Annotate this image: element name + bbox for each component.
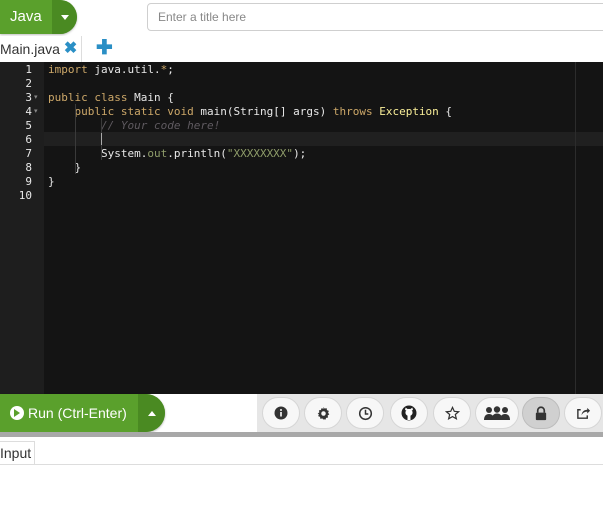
lock-icon — [534, 405, 548, 421]
code-line[interactable]: System.out.println("XXXXXXXX"); — [48, 147, 306, 161]
code-token: main(String[] args) — [193, 105, 333, 118]
code-token: out — [147, 147, 168, 160]
line-number: 2 — [25, 77, 32, 90]
code-token: .println( — [167, 147, 227, 160]
code-token: } — [48, 161, 82, 174]
code-token: Main { — [127, 91, 174, 104]
tool-button-strip — [257, 394, 603, 432]
code-token: static — [120, 105, 161, 118]
code-editor[interactable]: 1 2 3 ▾ 4 ▾ 5 6 7 8 9 10 import java.util.*; public … — [0, 62, 603, 394]
indent-guide — [75, 104, 76, 174]
line-number: 8 — [25, 161, 32, 174]
text-cursor — [101, 133, 102, 145]
run-options-toggle[interactable] — [138, 394, 165, 432]
language-selector[interactable]: Java — [0, 0, 77, 34]
line-number: 6 — [25, 133, 32, 146]
code-token: throws — [332, 105, 373, 118]
code-token: } — [48, 175, 55, 188]
chevron-down-icon — [60, 14, 69, 20]
line-number: 3 — [25, 91, 32, 104]
code-token: class — [94, 91, 128, 104]
language-label[interactable]: Java — [0, 0, 52, 34]
print-margin — [575, 62, 576, 394]
gear-button[interactable] — [304, 397, 342, 429]
line-number: 10 — [18, 189, 32, 202]
code-token: public — [74, 105, 115, 118]
code-token: ); — [293, 147, 307, 160]
star-icon — [444, 405, 460, 421]
info-icon — [274, 406, 288, 420]
github-icon — [401, 405, 417, 421]
share-button[interactable] — [564, 397, 602, 429]
line-number: 5 — [25, 119, 32, 132]
code-line[interactable]: } — [48, 161, 81, 175]
top-bar: Java — [0, 0, 603, 36]
star-button[interactable] — [433, 397, 471, 429]
history-icon — [358, 406, 373, 421]
tab-input[interactable]: Input — [0, 441, 36, 465]
code-token: Exception — [379, 105, 439, 118]
code-line[interactable]: import java.util.*; — [48, 63, 174, 77]
gear-icon — [316, 406, 331, 421]
add-file-icon[interactable]: ✚ — [96, 38, 113, 58]
run-toolbar: Run (Ctrl-Enter) — [0, 394, 603, 432]
lock-button[interactable] — [522, 397, 560, 429]
line-number: 7 — [25, 147, 32, 160]
active-line-highlight — [44, 132, 603, 146]
title-input[interactable] — [147, 3, 603, 31]
language-dropdown-toggle[interactable] — [52, 0, 77, 34]
line-number: 4 — [25, 105, 32, 118]
history-button[interactable] — [346, 397, 384, 429]
fold-toggle-icon[interactable]: ▾ — [34, 105, 42, 119]
close-icon[interactable]: ✖ — [64, 41, 81, 57]
code-token: import — [48, 63, 88, 76]
code-token: System. — [48, 147, 148, 160]
run-button-label[interactable]: Run (Ctrl-Enter) — [28, 405, 127, 421]
line-number: 1 — [25, 63, 32, 76]
chevron-up-icon — [147, 410, 156, 416]
github-button[interactable] — [390, 397, 428, 429]
input-panel: Input — [0, 437, 603, 527]
collaborate-button[interactable] — [475, 397, 519, 429]
file-tab-label[interactable]: Main.java — [0, 41, 64, 57]
play-icon — [10, 406, 24, 420]
code-token: // Your code here! — [100, 119, 221, 132]
code-token: { — [438, 105, 453, 118]
tab-main-java[interactable]: Main.java ✖ — [0, 36, 83, 62]
line-number: 9 — [25, 175, 32, 188]
code-line[interactable]: public class Main { — [48, 91, 174, 105]
line-number-gutter: 1 2 3 ▾ 4 ▾ 5 6 7 8 9 10 — [0, 62, 44, 394]
run-button[interactable]: Run (Ctrl-Enter) — [0, 394, 138, 432]
code-token: java.util. — [87, 63, 161, 76]
collaborate-icon — [483, 405, 511, 421]
code-line[interactable]: public static void main(String[] args) t… — [48, 105, 453, 119]
share-icon — [576, 406, 591, 421]
code-token: "XXXXXXXX" — [226, 147, 294, 160]
fold-toggle-icon[interactable]: ▾ — [34, 91, 42, 105]
file-tabs: Main.java ✖ ✚ — [0, 36, 603, 62]
code-token: void — [167, 105, 194, 118]
code-line[interactable]: } — [48, 175, 55, 189]
code-token: ; — [167, 63, 174, 76]
code-token: public — [48, 91, 88, 104]
input-tab-underline — [33, 464, 603, 465]
code-line[interactable]: // Your code here! — [48, 119, 220, 133]
run-button-group[interactable]: Run (Ctrl-Enter) — [0, 394, 165, 432]
info-button[interactable] — [262, 397, 300, 429]
